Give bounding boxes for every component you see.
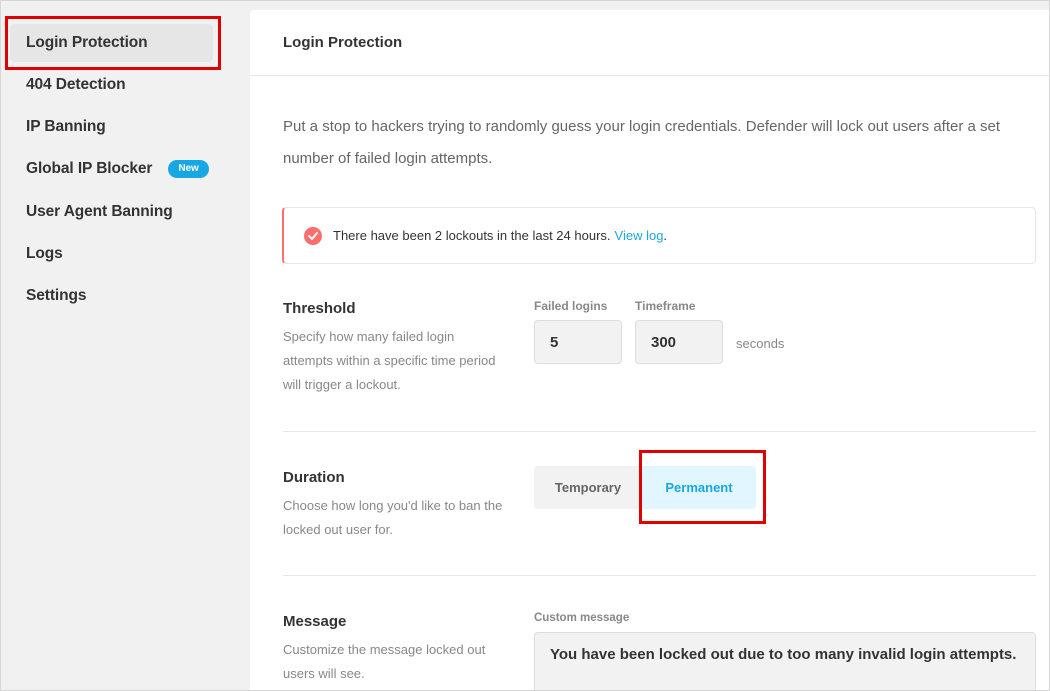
sidebar-item-label: Settings: [26, 287, 87, 304]
sidebar-item-label: User Agent Banning: [26, 203, 173, 220]
login-protection-panel: Login Protection Put a stop to hackers t…: [250, 10, 1050, 691]
sidebar-item-user-agent-banning[interactable]: User Agent Banning: [10, 193, 213, 231]
sidebar-item-label: IP Banning: [26, 118, 106, 135]
duration-title: Duration: [283, 469, 345, 486]
sidebar-item-label: Login Protection: [26, 34, 148, 51]
sidebar-item-settings[interactable]: Settings: [10, 277, 213, 315]
lockout-notice: There have been 2 lockouts in the last 2…: [282, 207, 1036, 264]
failed-logins-input[interactable]: 5: [534, 320, 622, 364]
sidebar-item-global-ip-blocker[interactable]: Global IP Blocker New: [10, 150, 213, 188]
duration-toggle: Temporary Permanent: [534, 466, 756, 509]
view-log-link[interactable]: View log: [615, 228, 664, 243]
sidebar-item-logs[interactable]: Logs: [10, 235, 213, 273]
duration-description: Choose how long you'd like to ban the lo…: [283, 498, 503, 537]
sidebar-item-404-detection[interactable]: 404 Detection: [10, 66, 213, 104]
threshold-description: Specify how many failed login attempts w…: [283, 329, 496, 392]
message-title: Message: [283, 613, 347, 630]
sidebar-item-login-protection[interactable]: Login Protection: [10, 24, 213, 62]
timeframe-input[interactable]: 300: [635, 320, 723, 364]
sidebar-item-label: Global IP Blocker: [26, 160, 153, 177]
timeframe-label: Timeframe: [635, 299, 696, 313]
timeframe-unit: seconds: [736, 336, 785, 351]
custom-message-label: Custom message: [534, 612, 630, 624]
divider: [283, 431, 1036, 432]
intro-text: Put a stop to hackers trying to randomly…: [283, 118, 1001, 167]
threshold-title: Threshold: [283, 300, 356, 317]
notice-text: There have been 2 lockouts in the last 2…: [333, 228, 611, 243]
custom-message-textarea[interactable]: You have been locked out due to too many…: [534, 632, 1036, 691]
failed-logins-label: Failed logins: [534, 299, 608, 313]
divider: [283, 575, 1036, 576]
temporary-option[interactable]: Temporary: [534, 466, 642, 509]
sidebar-item-label: 404 Detection: [26, 76, 126, 93]
message-description: Customize the message locked out users w…: [283, 642, 486, 681]
notice-trailing: .: [663, 228, 668, 243]
permanent-option[interactable]: Permanent: [642, 466, 756, 509]
new-badge: New: [168, 160, 209, 178]
sidebar: Login Protection 404 Detection IP Bannin…: [0, 0, 250, 691]
panel-title: Login Protection: [250, 10, 1050, 76]
sidebar-item-ip-banning[interactable]: IP Banning: [10, 108, 213, 146]
sidebar-item-label: Logs: [26, 245, 63, 262]
check-circle-icon: [304, 226, 322, 245]
